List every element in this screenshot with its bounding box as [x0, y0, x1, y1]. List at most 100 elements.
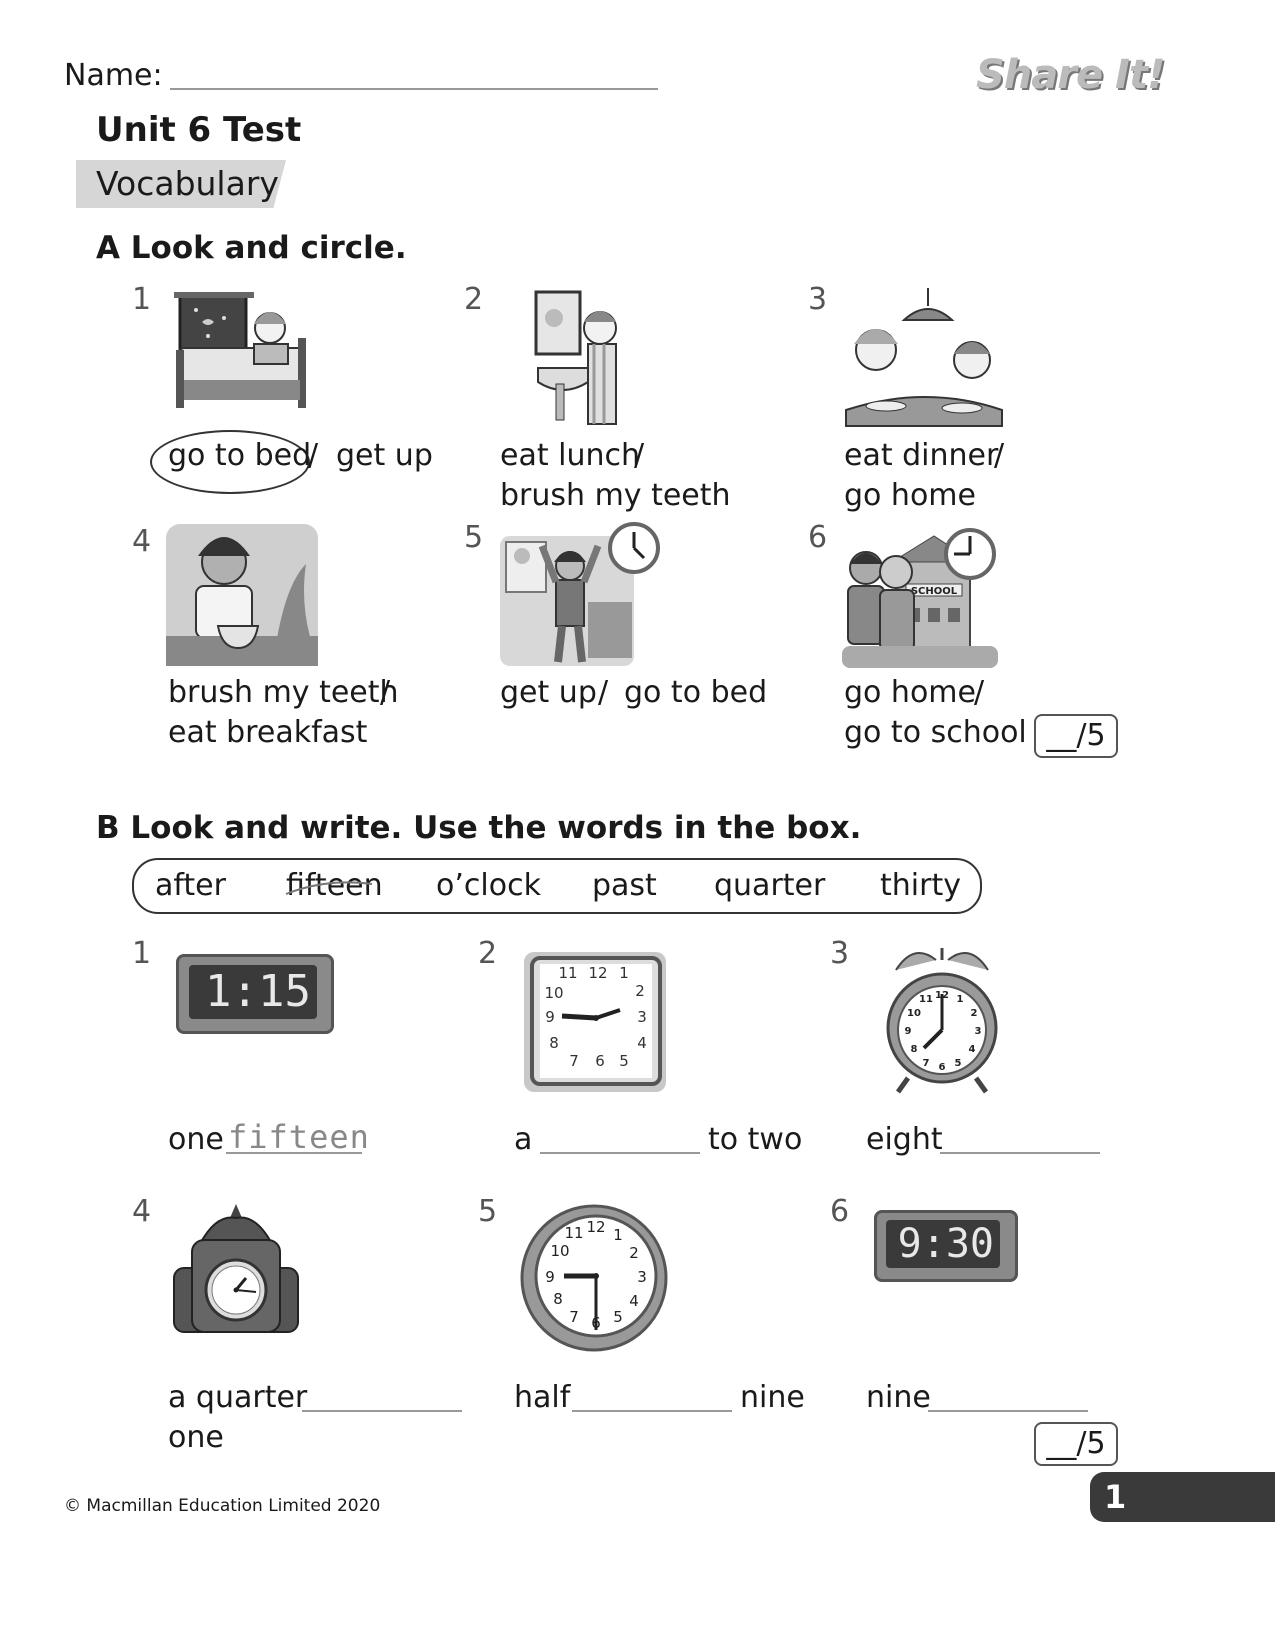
sentence-before: a quarter: [168, 1380, 308, 1415]
answer-line[interactable]: [928, 1410, 1088, 1412]
word-oclock: o’clock: [436, 868, 541, 903]
sentence-after: one: [168, 1420, 224, 1455]
item-number: 6: [808, 520, 828, 555]
score-box-part-b[interactable]: __/5: [1034, 1422, 1118, 1466]
svg-text:8: 8: [553, 1290, 563, 1308]
option-go-home[interactable]: go home: [844, 476, 976, 516]
part-b-heading: B Look and write. Use the words in the b…: [96, 810, 862, 846]
svg-text:1: 1: [957, 994, 964, 1005]
part-a-heading: A Look and circle.: [96, 230, 407, 266]
svg-text:9: 9: [545, 1008, 555, 1026]
item-number: 5: [464, 520, 484, 555]
option-brush-my-teeth[interactable]: brush my teeth: [500, 476, 731, 516]
svg-text:11: 11: [919, 994, 933, 1005]
sentence-before: eight: [866, 1122, 943, 1157]
sentence-after: nine: [740, 1380, 805, 1415]
option-eat-lunch[interactable]: eat lunch: [500, 436, 640, 476]
option-brush-my-teeth[interactable]: brush my teeth: [168, 673, 399, 713]
option-go-to-school[interactable]: go to school: [844, 713, 1027, 753]
answer-line[interactable]: [302, 1410, 462, 1412]
answer-line[interactable]: [940, 1152, 1100, 1154]
school-picture: SCHOOL: [842, 528, 998, 668]
name-line[interactable]: [170, 88, 658, 90]
option-eat-breakfast[interactable]: eat breakfast: [168, 713, 367, 753]
option-separator: /: [974, 675, 985, 710]
page-number: 1: [1104, 1478, 1127, 1516]
item-number: 3: [830, 936, 850, 971]
word-after: after: [155, 868, 226, 903]
sentence-before: a: [514, 1122, 533, 1157]
svg-text:10: 10: [907, 1008, 921, 1019]
svg-text:3: 3: [975, 1026, 982, 1037]
svg-text:12: 12: [586, 1218, 605, 1236]
strikethrough-mark: [285, 881, 373, 895]
clock-display: 1:15: [205, 966, 311, 1017]
item-number: 6: [830, 1194, 850, 1229]
svg-text:8: 8: [549, 1034, 559, 1052]
svg-text:11: 11: [564, 1224, 583, 1242]
dinner-picture: [845, 288, 1003, 427]
option-eat-dinner[interactable]: eat dinner: [844, 436, 998, 476]
svg-text:10: 10: [544, 984, 563, 1002]
svg-text:4: 4: [969, 1044, 976, 1055]
svg-text:10: 10: [550, 1242, 569, 1260]
sentence-before: half: [514, 1380, 571, 1415]
item-number: 5: [478, 1194, 498, 1229]
svg-text:4: 4: [629, 1292, 639, 1310]
svg-text:2: 2: [629, 1244, 639, 1262]
wall-clock-icon: 12111 102 93 84 756: [520, 1204, 668, 1352]
copyright: © Macmillan Education Limited 2020: [64, 1496, 381, 1516]
svg-text:12: 12: [588, 964, 607, 982]
item-number: 1: [132, 936, 152, 971]
svg-text:5: 5: [619, 1052, 629, 1070]
svg-text:6: 6: [595, 1052, 605, 1070]
getting-up-picture: [500, 522, 660, 666]
score-box-part-a[interactable]: __/5: [1034, 714, 1118, 758]
item-number: 2: [478, 936, 498, 971]
square-clock-icon: 11 12 1 10 2 9 3 8 4 765: [524, 952, 666, 1092]
digital-clock-icon: 9:30: [874, 1210, 1018, 1282]
option-separator: /: [380, 675, 391, 710]
sentence-after: to two: [708, 1122, 803, 1157]
share-it-logo: Share It!: [976, 52, 1165, 98]
digital-clock-icon: 1:15: [176, 954, 334, 1034]
option-separator: /: [308, 438, 319, 473]
svg-text:7: 7: [569, 1052, 579, 1070]
option-separator: /: [634, 438, 645, 473]
svg-text:SCHOOL: SCHOOL: [911, 586, 958, 597]
svg-text:7: 7: [569, 1308, 579, 1326]
option-separator: /: [598, 675, 609, 710]
option-separator: /: [994, 438, 1005, 473]
svg-text:4: 4: [637, 1034, 647, 1052]
answer-line[interactable]: [540, 1152, 700, 1154]
item-number: 2: [464, 282, 484, 317]
answer-line[interactable]: [572, 1410, 732, 1412]
svg-text:11: 11: [558, 964, 577, 982]
sentence-before: one: [168, 1122, 224, 1157]
example-answer: fifteen: [228, 1118, 370, 1156]
bedtime-picture: [174, 292, 306, 408]
name-label: Name:: [64, 58, 163, 93]
option-go-home[interactable]: go home: [844, 673, 976, 713]
mantel-clock-icon: [173, 1204, 299, 1333]
option-get-up[interactable]: get up: [336, 436, 433, 476]
svg-text:2: 2: [971, 1008, 978, 1019]
svg-text:2: 2: [635, 982, 645, 1000]
svg-text:3: 3: [637, 1268, 647, 1286]
svg-text:6: 6: [939, 1062, 946, 1073]
word-quarter: quarter: [714, 868, 826, 903]
svg-text:3: 3: [637, 1008, 647, 1026]
svg-text:5: 5: [955, 1058, 962, 1069]
page-title: Unit 6 Test: [96, 110, 302, 150]
word-past: past: [592, 868, 657, 903]
option-get-up[interactable]: get up: [500, 673, 597, 713]
alarm-clock-icon: 12111 102 93 84 765: [886, 948, 998, 1094]
option-go-to-bed[interactable]: go to bed: [624, 673, 767, 713]
breakfast-picture: [166, 524, 318, 666]
item-number: 1: [132, 282, 152, 317]
item-number: 3: [808, 282, 828, 317]
option-go-to-bed[interactable]: go to bed: [168, 436, 311, 476]
brushing-teeth-picture: [534, 290, 617, 425]
word-box: [132, 858, 982, 914]
svg-text:8: 8: [911, 1044, 918, 1055]
